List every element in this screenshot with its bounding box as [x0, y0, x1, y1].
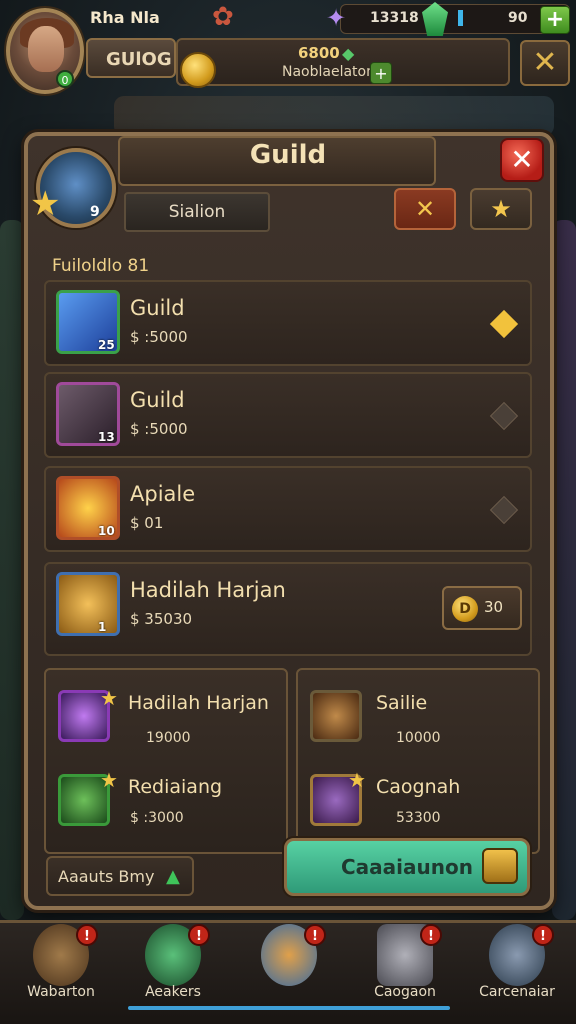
close-panel-button[interactable]: ✕ — [500, 138, 544, 182]
close-topbar-button[interactable]: ✕ — [520, 40, 570, 86]
list-item[interactable]: 13 Guild $ :5000 — [44, 372, 532, 458]
scroll-icon — [482, 848, 518, 884]
star-icon: ★ — [100, 686, 118, 710]
home-indicator — [128, 1006, 450, 1010]
gold-coin-icon — [180, 52, 216, 88]
gold-amount: 6800 — [298, 44, 340, 62]
diamond-icon — [489, 495, 519, 525]
nav-item-calendar[interactable]: ! Carcenaiar — [462, 924, 572, 1014]
nav-label: Carcenaiar — [479, 984, 555, 1000]
diamond-icon — [489, 401, 519, 431]
avatar-level-badge: 0 — [56, 70, 74, 88]
notification-badge: ! — [76, 924, 98, 946]
coin-icon: D — [452, 596, 478, 622]
mini-item-name: Rediaiang — [128, 776, 223, 798]
energy-indicator — [458, 10, 463, 26]
emblem-level: 9 — [90, 204, 100, 220]
background-map-icons — [114, 96, 554, 136]
item-count: 10 — [98, 524, 115, 538]
nav-label: Aeakers — [145, 984, 201, 1000]
list-item[interactable]: 25 Guild $ :5000 — [44, 280, 532, 366]
star-icon: ★ — [30, 184, 61, 224]
top-bar: 0 Rha Nla ✿ ✦ 13318 90 + GUlOG 6800 ◆ Na… — [0, 0, 576, 100]
item-count: 13 — [98, 430, 115, 444]
section-label: Fuiloldlo 81 — [52, 256, 150, 276]
nav-item-campaign[interactable]: ! Caogaon — [350, 924, 460, 1014]
mini-item-price: $ :3000 — [130, 810, 184, 826]
notification-badge: ! — [188, 924, 210, 946]
notification-badge: ! — [420, 924, 442, 946]
claim-value: 30 — [484, 598, 504, 616]
dismiss-button[interactable]: ✕ — [394, 188, 456, 230]
green-gem-icon: ◆ — [342, 44, 355, 63]
notification-badge: ! — [304, 924, 326, 946]
star-icon: ★ — [348, 768, 366, 792]
star-icon: ★ — [100, 768, 118, 792]
item-name: Hadilah Harjan — [130, 578, 286, 602]
mini-item-price: 10000 — [396, 730, 441, 746]
selected-diamond-icon — [489, 309, 519, 339]
resource-value-primary: 13318 — [370, 10, 419, 26]
mini-item-price: 19000 — [146, 730, 191, 746]
nav-item-heroes[interactable]: ! Aeakers — [118, 924, 228, 1014]
nav-label: Wabarton — [27, 984, 95, 1000]
nav-item-center[interactable]: ! — [234, 924, 344, 1014]
mini-item-name: Caognah — [376, 776, 461, 798]
item-count: 1 — [98, 620, 107, 634]
bottom-plate-label: Aaauts Bmy — [58, 867, 155, 886]
item-price: $ 35030 — [130, 610, 193, 628]
bottom-info-plate[interactable]: Aaauts Bmy ▲ — [46, 856, 194, 896]
guild-subtitle: Naoblaelaton — [282, 64, 375, 80]
avatar-face — [28, 26, 64, 72]
add-resource-button[interactable]: + — [540, 6, 570, 34]
background-decor-right — [552, 220, 576, 920]
nav-label: Caogaon — [374, 984, 436, 1000]
pot-icon — [56, 572, 120, 636]
leaf-icon: ✿ — [212, 2, 234, 32]
favorite-button[interactable]: ★ — [470, 188, 532, 230]
mini-item-name: Hadilah Harjan — [128, 692, 269, 714]
add-gold-button[interactable]: + — [370, 62, 392, 84]
player-avatar[interactable]: 0 — [6, 8, 84, 94]
notification-badge: ! — [532, 924, 554, 946]
item-name: Guild — [130, 296, 185, 320]
player-name: Rha Nla — [90, 8, 160, 27]
mini-item-price: 53300 — [396, 810, 441, 826]
tab-station[interactable]: Sialion — [124, 192, 270, 232]
background-decor-left — [0, 220, 24, 920]
resource-value-secondary: 90 — [508, 10, 528, 26]
item-name: Apiale — [130, 482, 196, 506]
item-name: Guild — [130, 388, 185, 412]
guild-name: GUlOG — [106, 49, 172, 70]
item-price: $ :5000 — [130, 420, 188, 438]
guild-name-plate: GUlOG — [86, 38, 176, 78]
feather-icon: ✦ — [326, 4, 347, 32]
list-item[interactable]: 10 Apiale $ 01 — [44, 466, 532, 552]
item-price: $ 01 — [130, 514, 164, 532]
gem-icon: ▲ — [166, 866, 180, 887]
mini-item-icon[interactable] — [310, 690, 362, 742]
item-price: $ :5000 — [130, 328, 188, 346]
item-count: 25 — [98, 338, 115, 352]
mini-item-name: Sailie — [376, 692, 428, 714]
nav-item-warband[interactable]: ! Wabarton — [6, 924, 116, 1014]
